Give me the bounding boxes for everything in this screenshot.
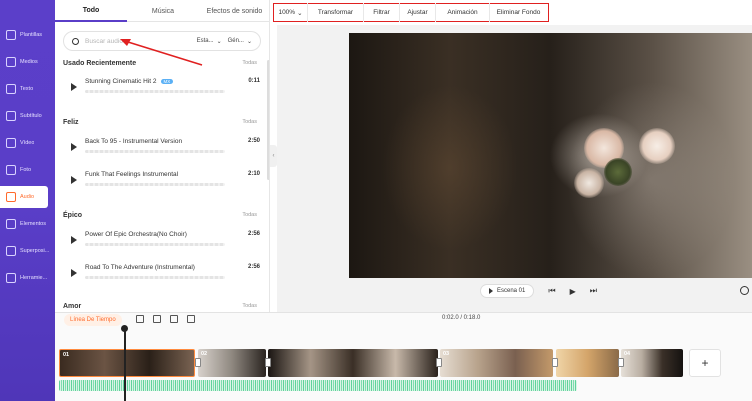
annotation-arrow-line bbox=[127, 41, 203, 66]
annotation-arrow bbox=[120, 39, 203, 66]
